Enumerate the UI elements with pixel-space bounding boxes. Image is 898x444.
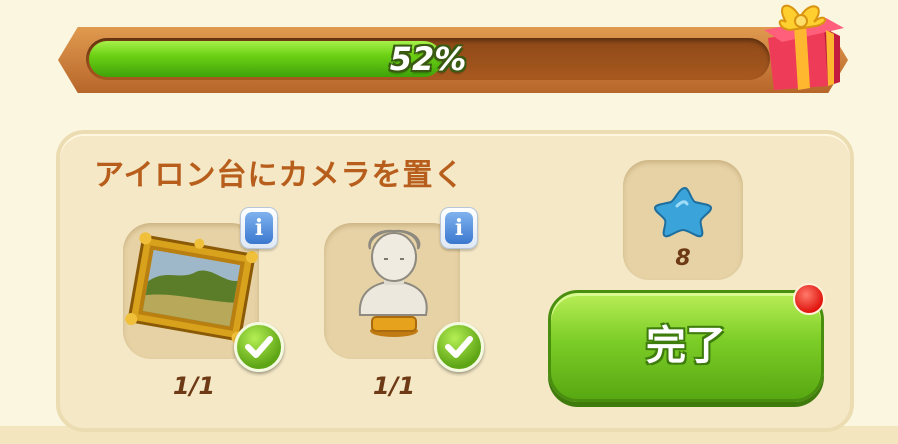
item-count: 1/1 — [172, 372, 216, 400]
reward-amount: 8 — [675, 246, 691, 271]
gift-box-icon[interactable] — [756, 0, 846, 92]
progress-percent-label: 52% — [389, 40, 467, 78]
item-count: 1/1 — [372, 372, 416, 400]
item-info-button[interactable]: i — [440, 207, 478, 249]
info-icon: i — [445, 212, 473, 244]
item-info-button[interactable]: i — [240, 207, 278, 249]
done-button-label: 完了 — [646, 323, 726, 369]
info-icon: i — [245, 212, 273, 244]
task-title: アイロン台にカメラを置く — [94, 158, 465, 193]
notification-dot — [793, 283, 825, 315]
item-complete-check-icon — [434, 322, 484, 372]
done-button[interactable]: 完了 — [548, 290, 824, 402]
blue-star-icon — [653, 186, 713, 238]
item-complete-check-icon — [234, 322, 284, 372]
